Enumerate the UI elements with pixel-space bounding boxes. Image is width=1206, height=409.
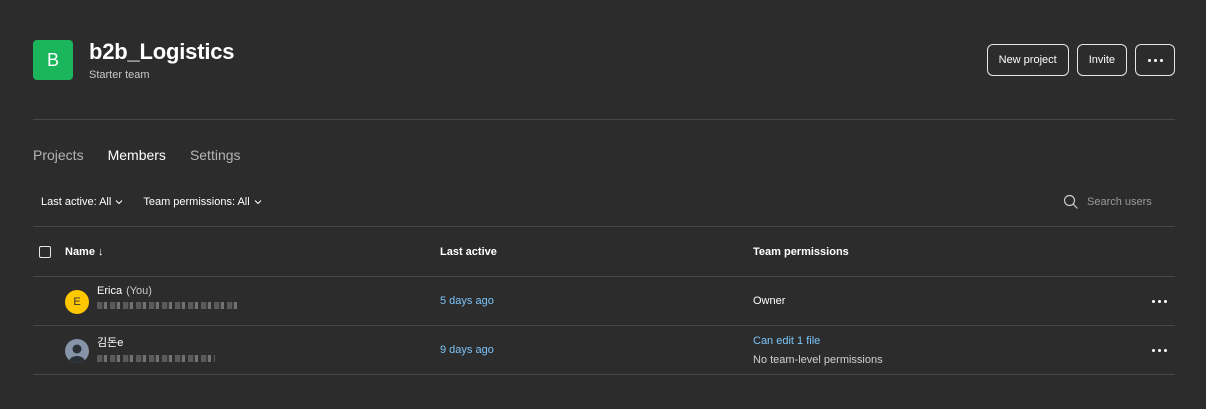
search-icon: [1063, 194, 1078, 209]
filter-bar: Last active: All Team permissions: All: [41, 194, 1175, 210]
team-info: b2b_Logistics Starter team: [89, 38, 235, 81]
team-name: b2b_Logistics: [89, 38, 235, 64]
user-name-text: Erica: [97, 285, 123, 297]
user-photo-icon: [69, 344, 85, 363]
ellipsis-icon: [1152, 348, 1167, 352]
avatar-initial: E: [73, 296, 81, 308]
table-divider: [33, 374, 1175, 375]
column-header-name[interactable]: Name ↓: [65, 246, 104, 258]
members-table: Name ↓ Last active Team permissions E Er…: [33, 226, 1175, 375]
team-logo: B: [33, 40, 73, 80]
last-active-value: 5 days ago: [440, 295, 494, 307]
team-permissions-filter-label: Team permissions: All: [143, 196, 250, 208]
table-row[interactable]: E Erica (You) 5 days ago Owner: [33, 277, 1175, 325]
tab-projects[interactable]: Projects: [33, 147, 84, 163]
chevron-down-icon: [254, 200, 262, 205]
user-name: 김돈e: [97, 334, 215, 350]
chevron-down-icon: [115, 200, 123, 205]
ellipsis-icon: [1147, 58, 1163, 62]
tab-members[interactable]: Members: [108, 147, 166, 163]
row-more-button[interactable]: [1152, 277, 1167, 325]
user-name: Erica (You): [97, 285, 237, 297]
search-input[interactable]: [1087, 196, 1157, 208]
avatar: [65, 339, 89, 363]
column-header-team-permissions[interactable]: Team permissions: [753, 246, 849, 258]
row-more-button[interactable]: [1152, 326, 1167, 374]
table-header: Name ↓ Last active Team permissions: [33, 227, 1175, 276]
table-row[interactable]: 김돈e 9 days ago Can edit 1 file No team-l…: [33, 326, 1175, 374]
permission-value: Can edit 1 file No team-level permission…: [753, 326, 883, 374]
last-active-value: 9 days ago: [440, 344, 494, 356]
tab-settings[interactable]: Settings: [190, 147, 241, 163]
last-active-filter[interactable]: Last active: All: [41, 196, 123, 208]
search-users: [1063, 194, 1157, 210]
last-active-filter-label: Last active: All: [41, 196, 112, 208]
redacted-email: [97, 355, 215, 362]
header-divider: [33, 119, 1175, 120]
permission-value: Owner: [753, 295, 786, 307]
more-options-button[interactable]: [1135, 44, 1175, 76]
team-tabs: Projects Members Settings: [33, 147, 241, 163]
team-plan: Starter team: [89, 68, 150, 81]
ellipsis-icon: [1152, 299, 1167, 303]
avatar: E: [65, 290, 89, 314]
new-project-button[interactable]: New project: [986, 44, 1069, 76]
invite-button[interactable]: Invite: [1076, 44, 1127, 76]
redacted-email: [97, 302, 237, 309]
permission-note: No team-level permissions: [753, 353, 883, 366]
team-initial: B: [46, 49, 59, 70]
you-label: (You): [126, 285, 152, 297]
team-permissions-filter[interactable]: Team permissions: All: [143, 196, 262, 208]
user-name-text: 김돈e: [97, 337, 124, 349]
column-header-last-active[interactable]: Last active: [440, 246, 497, 258]
user-info: Erica (You): [97, 285, 237, 309]
select-all-checkbox[interactable]: [39, 245, 51, 258]
header-actions: New project Invite: [986, 44, 1175, 76]
user-info: 김돈e: [97, 334, 215, 362]
team-header: B b2b_Logistics Starter team New project…: [33, 39, 1175, 81]
can-edit-link[interactable]: Can edit 1 file: [753, 335, 820, 347]
